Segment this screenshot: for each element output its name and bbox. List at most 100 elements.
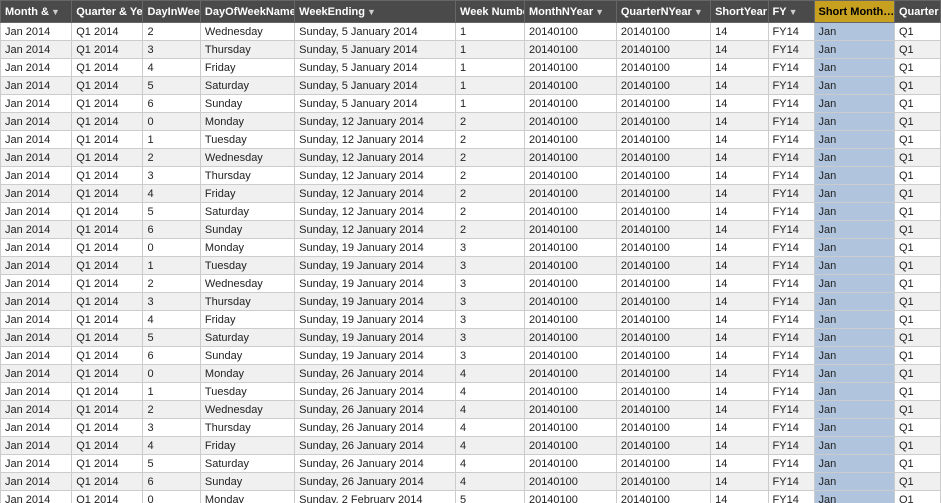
- cell-fy: FY14: [768, 239, 814, 257]
- table-row[interactable]: Jan 2014Q1 20140MondaySunday, 26 January…: [1, 365, 941, 383]
- table-row[interactable]: Jan 2014Q1 20140MondaySunday, 19 January…: [1, 239, 941, 257]
- cell-dayofweekname: Saturday: [200, 203, 294, 221]
- table-row[interactable]: Jan 2014Q1 20142WednesdaySunday, 12 Janu…: [1, 149, 941, 167]
- cell-dayofweekname: Saturday: [200, 329, 294, 347]
- col-header-fy[interactable]: FY▼: [768, 1, 814, 23]
- cell-weeknumber: 4: [456, 365, 525, 383]
- table-row[interactable]: Jan 2014Q1 20146SundaySunday, 26 January…: [1, 473, 941, 491]
- cell-dayinweek: 1: [143, 383, 200, 401]
- table-row[interactable]: Jan 2014Q1 20146SundaySunday, 19 January…: [1, 347, 941, 365]
- cell-fy: FY14: [768, 221, 814, 239]
- cell-shortmonth: Jan: [814, 293, 894, 311]
- cell-weekending: Sunday, 5 January 2014: [295, 59, 456, 77]
- cell-fy: FY14: [768, 167, 814, 185]
- table-row[interactable]: Jan 2014Q1 20145SaturdaySunday, 19 Janua…: [1, 329, 941, 347]
- cell-dayinweek: 0: [143, 113, 200, 131]
- table-row[interactable]: Jan 2014Q1 20141TuesdaySunday, 26 Januar…: [1, 383, 941, 401]
- col-header-dayofweekname[interactable]: DayOfWeekName▼: [200, 1, 294, 23]
- col-header-dayinweek[interactable]: DayInWeek▼: [143, 1, 200, 23]
- cell-monthnyear: 20140100: [524, 41, 616, 59]
- cell-shortmonth: Jan: [814, 347, 894, 365]
- table-row[interactable]: Jan 2014Q1 20143ThursdaySunday, 12 Janua…: [1, 167, 941, 185]
- cell-weekending: Sunday, 12 January 2014: [295, 131, 456, 149]
- col-header-shortmonth[interactable]: Short Month▼: [814, 1, 894, 23]
- col-header-shortyear[interactable]: ShortYear▼: [711, 1, 768, 23]
- cell-monthnyear: 20140100: [524, 185, 616, 203]
- cell-weeknumber: 5: [456, 491, 525, 503]
- table-row[interactable]: Jan 2014Q1 20144FridaySunday, 5 January …: [1, 59, 941, 77]
- col-header-weeknumber[interactable]: Week Number▼: [456, 1, 525, 23]
- cell-month: Jan 2014: [1, 23, 72, 41]
- table-row[interactable]: Jan 2014Q1 20142WednesdaySunday, 19 Janu…: [1, 275, 941, 293]
- cell-dayofweekname: Thursday: [200, 41, 294, 59]
- table-row[interactable]: Jan 2014Q1 20144FridaySunday, 12 January…: [1, 185, 941, 203]
- col-header-quarternyear[interactable]: QuarterNYear▼: [616, 1, 710, 23]
- table-row[interactable]: Jan 2014Q1 20146SundaySunday, 12 January…: [1, 221, 941, 239]
- cell-dayofweekname: Wednesday: [200, 23, 294, 41]
- cell-month: Jan 2014: [1, 203, 72, 221]
- cell-quarternyear: 20140100: [616, 419, 710, 437]
- col-header-quarter[interactable]: Quarter & Year▼: [72, 1, 143, 23]
- table-row[interactable]: Jan 2014Q1 20140MondaySunday, 2 February…: [1, 491, 941, 503]
- cell-weekending: Sunday, 19 January 2014: [295, 293, 456, 311]
- cell-monthnyear: 20140100: [524, 131, 616, 149]
- col-label-fy: FY: [773, 6, 787, 18]
- cell-shortyear: 14: [711, 293, 768, 311]
- table-row[interactable]: Jan 2014Q1 20143ThursdaySunday, 19 Janua…: [1, 293, 941, 311]
- cell-fy: FY14: [768, 401, 814, 419]
- table-row[interactable]: Jan 2014Q1 20140MondaySunday, 12 January…: [1, 113, 941, 131]
- cell-quarterright: Q1: [894, 383, 940, 401]
- col-label-weekending: WeekEnding: [299, 6, 365, 18]
- cell-shortyear: 14: [711, 95, 768, 113]
- cell-weeknumber: 3: [456, 239, 525, 257]
- col-header-weekending[interactable]: WeekEnding▼: [295, 1, 456, 23]
- table-row[interactable]: Jan 2014Q1 20145SaturdaySunday, 12 Janua…: [1, 203, 941, 221]
- cell-quarter: Q1 2014: [72, 419, 143, 437]
- cell-quarterright: Q1: [894, 437, 940, 455]
- cell-month: Jan 2014: [1, 365, 72, 383]
- cell-quarternyear: 20140100: [616, 365, 710, 383]
- cell-quarternyear: 20140100: [616, 293, 710, 311]
- cell-weeknumber: 4: [456, 437, 525, 455]
- cell-dayinweek: 3: [143, 167, 200, 185]
- cell-weekending: Sunday, 19 January 2014: [295, 347, 456, 365]
- cell-shortyear: 14: [711, 23, 768, 41]
- col-header-monthnyear[interactable]: MonthNYear▼: [524, 1, 616, 23]
- cell-weeknumber: 3: [456, 329, 525, 347]
- cell-dayofweekname: Wednesday: [200, 275, 294, 293]
- cell-weeknumber: 1: [456, 41, 525, 59]
- cell-fy: FY14: [768, 383, 814, 401]
- cell-quarter: Q1 2014: [72, 383, 143, 401]
- table-row[interactable]: Jan 2014Q1 20141TuesdaySunday, 19 Januar…: [1, 257, 941, 275]
- cell-month: Jan 2014: [1, 257, 72, 275]
- cell-dayofweekname: Sunday: [200, 473, 294, 491]
- col-header-quarterright[interactable]: Quarter▼: [894, 1, 940, 23]
- cell-month: Jan 2014: [1, 455, 72, 473]
- col-label-dayofweekname: DayOfWeekName: [205, 6, 295, 18]
- cell-fy: FY14: [768, 23, 814, 41]
- cell-monthnyear: 20140100: [524, 23, 616, 41]
- cell-weeknumber: 4: [456, 401, 525, 419]
- cell-weeknumber: 3: [456, 347, 525, 365]
- table-row[interactable]: Jan 2014Q1 20145SaturdaySunday, 26 Janua…: [1, 455, 941, 473]
- cell-quarter: Q1 2014: [72, 347, 143, 365]
- col-header-month[interactable]: Month &▼: [1, 1, 72, 23]
- table-row[interactable]: Jan 2014Q1 20142WednesdaySunday, 5 Janua…: [1, 23, 941, 41]
- table-row[interactable]: Jan 2014Q1 20141TuesdaySunday, 12 Januar…: [1, 131, 941, 149]
- cell-shortmonth: Jan: [814, 131, 894, 149]
- cell-monthnyear: 20140100: [524, 401, 616, 419]
- table-row[interactable]: Jan 2014Q1 20146SundaySunday, 5 January …: [1, 95, 941, 113]
- table-row[interactable]: Jan 2014Q1 20145SaturdaySunday, 5 Januar…: [1, 77, 941, 95]
- cell-quarternyear: 20140100: [616, 77, 710, 95]
- cell-shortyear: 14: [711, 311, 768, 329]
- table-row[interactable]: Jan 2014Q1 20143ThursdaySunday, 26 Janua…: [1, 419, 941, 437]
- cell-quarterright: Q1: [894, 131, 940, 149]
- table-row[interactable]: Jan 2014Q1 20144FridaySunday, 19 January…: [1, 311, 941, 329]
- cell-weeknumber: 1: [456, 59, 525, 77]
- cell-quarter: Q1 2014: [72, 437, 143, 455]
- cell-shortyear: 14: [711, 59, 768, 77]
- table-row[interactable]: Jan 2014Q1 20142WednesdaySunday, 26 Janu…: [1, 401, 941, 419]
- table-row[interactable]: Jan 2014Q1 20143ThursdaySunday, 5 Januar…: [1, 41, 941, 59]
- table-row[interactable]: Jan 2014Q1 20144FridaySunday, 26 January…: [1, 437, 941, 455]
- cell-dayofweekname: Tuesday: [200, 131, 294, 149]
